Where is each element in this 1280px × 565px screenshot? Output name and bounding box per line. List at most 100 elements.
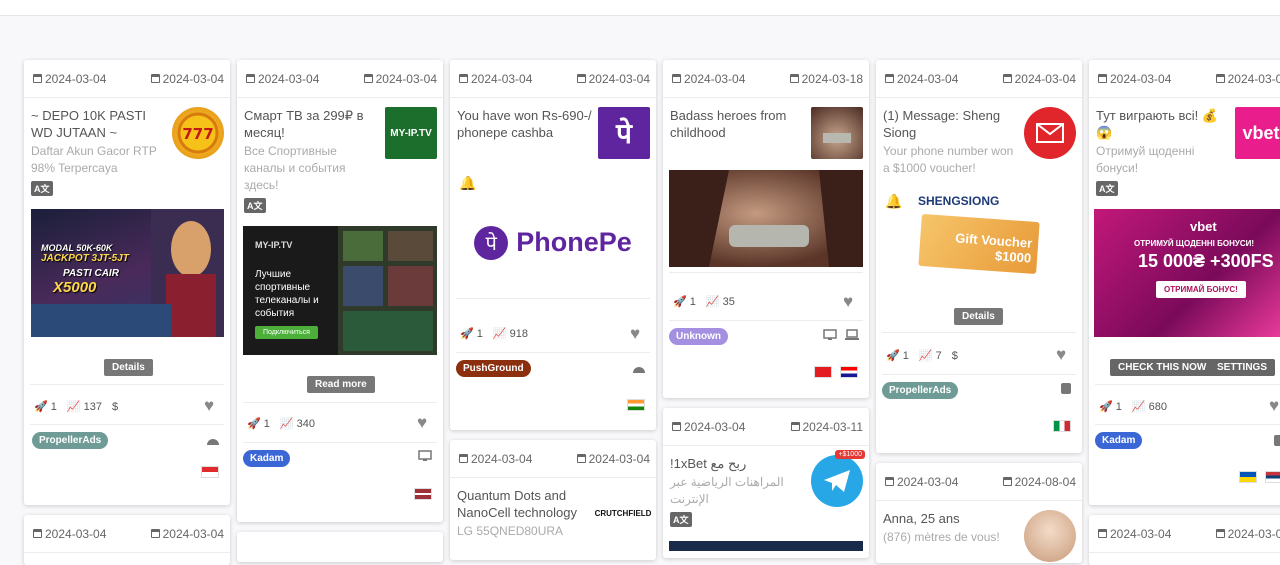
ad-card[interactable]: 2024-03-04 2024-08-04 Anna, 25 ans (876)… [876, 463, 1082, 563]
ad-title: Смарт ТВ за 299₽ в месяц! [244, 108, 364, 140]
ad-card[interactable]: 2024-03-04 2024-03-04 [1089, 515, 1280, 565]
heart-icon[interactable]: ♥ [204, 396, 214, 416]
ad-creative-image[interactable]: vbet ОТРИМУЙ ЩОДЕННІ БОНУСИ! 15 000₴ +30… [1094, 209, 1280, 337]
ad-icon [811, 107, 863, 159]
calendar-icon [672, 422, 681, 431]
ad-card[interactable]: 2024-03-04 2024-03-18 Badass heroes from… [663, 60, 869, 398]
card-header: 2024-03-04 2024-03-04 [237, 60, 443, 98]
ad-creative-image[interactable] [669, 541, 863, 551]
last-seen-date: 2024-08-04 [1002, 475, 1076, 489]
ad-card[interactable] [237, 532, 443, 562]
avatar [1024, 510, 1076, 562]
ad-description: المراهنات الرياضية عبر الإنترنت [670, 475, 784, 506]
settings-button[interactable]: SETTINGS [1209, 359, 1276, 376]
rocket-icon: 🚀 [886, 350, 900, 362]
ad-card[interactable]: 2024-03-04 2024-03-11 ربح مع 1xBet! المر… [663, 408, 869, 558]
views-stat: 📈 340 [279, 418, 316, 430]
ad-card[interactable]: 2024-03-04 2024-03-04 Тут виграють всі! … [1089, 60, 1280, 505]
ad-creative-image[interactable]: MY-IP.TV Лучшие спортивные телеканалы и … [243, 226, 437, 355]
country-flag-indonesia [201, 466, 219, 478]
creative-line: JACKPOT 3JT-5JT [41, 253, 129, 264]
first-seen-date: 2024-03-04 [885, 475, 958, 489]
svg-text:777: 777 [182, 125, 213, 143]
boost-stat: 🚀 1 [34, 401, 57, 413]
ad-description: Все Спортивные каналы и события здесь! [244, 144, 346, 192]
heart-icon[interactable]: ♥ [1056, 345, 1066, 365]
creative-brand: SHENGSIONG [918, 194, 1000, 208]
network-badge[interactable]: PushGround [456, 360, 531, 377]
ad-creative-image[interactable]: SHENGSIONG Gift Voucher $1000 [912, 190, 1042, 280]
country-flag-albania [814, 366, 832, 378]
ad-card[interactable]: 2024-03-04 2024-03-04 Смарт ТВ за 299₽ в… [237, 60, 443, 522]
ad-title: Badass heroes from childhood [670, 108, 787, 140]
device-icon [1060, 382, 1072, 398]
country-flag-italy [1053, 420, 1071, 432]
network-badge[interactable]: PropellerAds [882, 382, 959, 399]
network-badge[interactable]: Kadam [243, 450, 291, 467]
calendar-icon [150, 529, 160, 538]
divider [30, 424, 224, 425]
ad-description: LG 55QNED80URA [457, 524, 564, 538]
divider [669, 272, 863, 273]
ad-creative-image[interactable] [669, 170, 863, 267]
rocket-icon: 🚀 [673, 296, 687, 308]
ad-card[interactable]: 2024-03-04 2024-03-04 (1) Message: Sheng… [876, 60, 1082, 453]
check-this-now-button[interactable]: CHECK THIS NOW [1110, 359, 1215, 376]
ad-card[interactable]: 2024-03-04 2024-03-04 Quantum Dots and N… [450, 440, 656, 560]
last-seen-date: 2024-03-04 [1215, 527, 1280, 541]
calendar-icon [1215, 74, 1225, 83]
creative-line: X5000 [53, 279, 97, 296]
calendar-icon [246, 74, 255, 83]
ad-creative-image[interactable]: पे PhonePe [456, 190, 650, 295]
network-badge[interactable]: PropellerAds [32, 432, 109, 449]
desktop-shape [823, 329, 837, 340]
last-seen-date: 2024-03-04 [150, 527, 224, 541]
divider [243, 442, 437, 443]
desktop-shape [418, 450, 432, 461]
ad-card[interactable]: 2024-03-04 2024-03-04 You have won Rs-69… [450, 60, 656, 430]
ad-card[interactable]: 2024-03-04 2024-03-04 ~ DEPO 10K PASTI W… [24, 60, 230, 505]
card-header: 2024-03-04 2024-03-04 [876, 60, 1082, 98]
telegram-icon [811, 455, 863, 507]
creative-brand: PhonePe [516, 227, 632, 257]
last-seen-date: 2024-03-18 [789, 72, 863, 86]
network-badge[interactable]: Unknown [669, 328, 728, 345]
boost-stat: 🚀 1 [460, 328, 483, 340]
last-seen-date: 2024-03-04 [1002, 72, 1076, 86]
ad-description: (876) mètres de vous! [883, 530, 1000, 544]
ad-description: Отримуй щоденні бонуси! [1096, 144, 1195, 175]
connect-button[interactable]: Подключиться [255, 326, 318, 339]
creative-logo: MY-IP.TV [255, 240, 293, 250]
last-seen-date: 2024-03-04 [363, 72, 437, 86]
heart-icon[interactable]: ♥ [630, 324, 640, 344]
details-button[interactable]: Details [104, 359, 153, 376]
calendar-icon [33, 74, 42, 83]
first-seen-date: 2024-03-04 [33, 527, 106, 541]
calendar-icon [576, 74, 586, 83]
trend-icon: 📈 [705, 296, 720, 308]
calendar-icon [363, 74, 373, 83]
ad-stats: 🚀 1 📈 680 [1099, 400, 1167, 413]
first-seen-date: 2024-03-04 [672, 420, 745, 434]
creative-line: ОТРИМАЙ БОНУС! [1156, 281, 1246, 298]
divider [456, 298, 650, 299]
first-seen-date: 2024-03-04 [672, 72, 745, 86]
ad-title: Quantum Dots and NanoCell technology [457, 488, 577, 520]
network-badge[interactable]: Kadam [1095, 432, 1143, 449]
card-header: 2024-03-04 2024-03-11 [663, 408, 869, 446]
card-header: 2024-03-04 2024-03-04 [24, 60, 230, 98]
read-more-button[interactable]: Read more [307, 376, 375, 393]
ad-icon: MY-IP.TV [385, 107, 437, 159]
ad-card[interactable]: 2024-03-04 2024-03-04 [24, 515, 230, 565]
details-button[interactable]: Details [954, 308, 1003, 325]
country-flag-latvia [414, 488, 432, 500]
heart-icon[interactable]: ♥ [1269, 396, 1279, 416]
heart-icon[interactable]: ♥ [843, 292, 853, 312]
card-header: 2024-03-04 2024-03-04 [24, 515, 230, 553]
heart-icon[interactable]: ♥ [417, 413, 427, 433]
country-flag-india [627, 399, 645, 411]
face-thumbnail [823, 133, 851, 143]
calendar-icon [459, 454, 468, 463]
device-shape [1274, 435, 1280, 446]
ad-creative-image[interactable]: MODAL 50K-60K JACKPOT 3JT-5JT PASTI CAIR… [31, 209, 224, 337]
